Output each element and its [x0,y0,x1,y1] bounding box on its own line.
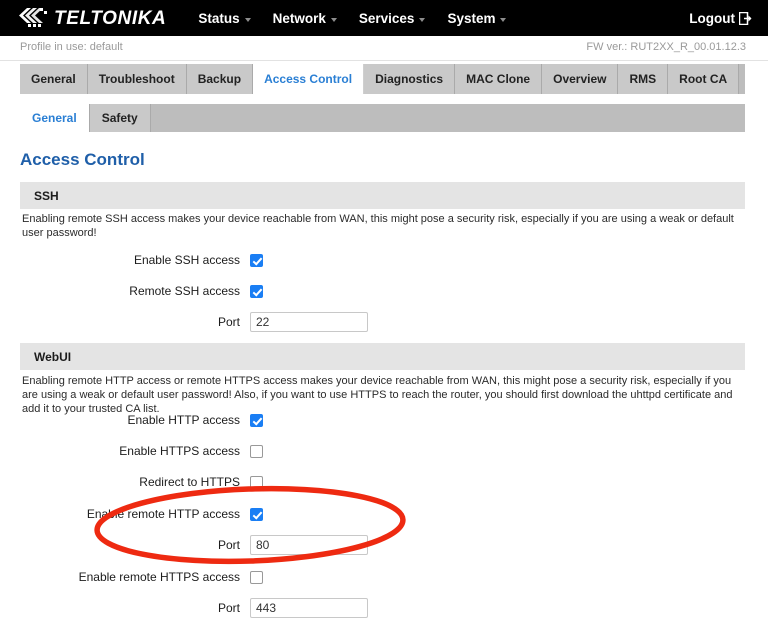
teltonika-chevrons-logo-icon [18,7,52,29]
tab-general[interactable]: General [20,64,88,94]
input-remote-http-port[interactable] [250,535,368,555]
input-remote-https-port[interactable] [250,598,368,618]
brand-logo[interactable]: TELTONIKA [18,5,166,31]
tab-backup-label: Backup [198,72,241,86]
subtab-safety-label: Safety [102,111,138,125]
label-enable-https-access: Enable HTTPS access [0,444,250,458]
form-row-ssh-port: Port [0,311,768,333]
form-row-enable-https-access: Enable HTTPS access [0,440,768,462]
tab-bar-filler [739,64,745,94]
section-header-webui: WebUI [20,343,745,370]
sub-tab-bar: General Safety [20,104,745,132]
profile-in-use-label: Profile in use: default [20,41,123,53]
input-ssh-port[interactable] [250,312,368,332]
checkbox-enable-http-access[interactable] [250,414,263,427]
subtab-general[interactable]: General [20,104,90,132]
nav-item-status[interactable]: Status [198,11,250,26]
nav-item-status-label: Status [198,11,239,26]
nav-item-network[interactable]: Network [273,11,337,26]
tab-overview[interactable]: Overview [542,64,618,94]
label-enable-remote-https-access: Enable remote HTTPS access [0,570,250,584]
checkbox-enable-https-access[interactable] [250,445,263,458]
tab-diagnostics-label: Diagnostics [375,72,443,86]
tab-mac-clone-label: MAC Clone [466,72,530,86]
section-description-ssh: Enabling remote SSH access makes your de… [22,212,746,240]
tab-rms[interactable]: RMS [618,64,668,94]
nav-item-services[interactable]: Services [359,11,426,26]
form-row-enable-ssh-access: Enable SSH access [0,249,768,271]
profile-info-bar: Profile in use: default FW ver.: RUT2XX_… [0,36,768,61]
firmware-version-label: FW ver.: RUT2XX_R_00.01.12.3 [586,41,746,53]
main-menu: Status Network Services System [198,0,528,36]
label-remote-http-port: Port [0,538,250,552]
subtab-general-label: General [32,111,77,125]
checkbox-enable-remote-https-access[interactable] [250,571,263,584]
tab-mac-clone[interactable]: MAC Clone [455,64,542,94]
nav-item-system-label: System [447,11,495,26]
label-enable-http-access: Enable HTTP access [0,413,250,427]
nav-item-services-label: Services [359,11,415,26]
checkbox-remote-ssh-access[interactable] [250,285,263,298]
main-tab-bar: General Troubleshoot Backup Access Contr… [20,64,745,94]
form-row-enable-remote-https-access: Enable remote HTTPS access [0,566,768,588]
sign-out-icon [739,12,752,25]
nav-item-network-label: Network [273,11,326,26]
tab-overview-label: Overview [553,72,606,86]
label-redirect-to-https: Redirect to HTTPS [0,475,250,489]
checkbox-enable-ssh-access[interactable] [250,254,263,267]
logout-button[interactable]: Logout [689,0,752,36]
label-enable-ssh-access: Enable SSH access [0,253,250,267]
form-row-remote-https-port: Port [0,597,768,619]
tab-troubleshoot-label: Troubleshoot [99,72,175,86]
top-navigation-bar: TELTONIKA Status Network Services System… [0,0,768,36]
tab-root-ca-label: Root CA [679,72,727,86]
tab-access-control[interactable]: Access Control [253,64,364,94]
tab-diagnostics[interactable]: Diagnostics [364,64,455,94]
section-header-ssh-label: SSH [34,189,59,203]
checkbox-redirect-to-https[interactable] [250,476,263,489]
chevron-down-icon [245,18,251,22]
checkbox-enable-remote-http-access[interactable] [250,508,263,521]
tab-root-ca[interactable]: Root CA [668,64,739,94]
tab-general-label: General [31,72,76,86]
form-row-remote-ssh-access: Remote SSH access [0,280,768,302]
section-header-webui-label: WebUI [34,350,71,364]
label-remote-ssh-access: Remote SSH access [0,284,250,298]
label-remote-https-port: Port [0,601,250,615]
form-row-remote-http-port: Port [0,534,768,556]
sub-tab-bar-filler [151,104,745,132]
label-ssh-port: Port [0,315,250,329]
chevron-down-icon [419,18,425,22]
form-row-enable-remote-http-access: Enable remote HTTP access [0,503,768,525]
tab-troubleshoot[interactable]: Troubleshoot [88,64,187,94]
tab-access-control-label: Access Control [264,72,352,86]
form-row-redirect-to-https: Redirect to HTTPS [0,471,768,493]
brand-name: TELTONIKA [54,9,166,28]
chevron-down-icon [331,18,337,22]
label-enable-remote-http-access: Enable remote HTTP access [0,507,250,521]
nav-item-system[interactable]: System [447,11,506,26]
section-header-ssh: SSH [20,182,745,209]
tab-backup[interactable]: Backup [187,64,253,94]
tab-rms-label: RMS [629,72,656,86]
subtab-safety[interactable]: Safety [90,104,151,132]
form-row-enable-http-access: Enable HTTP access [0,409,768,431]
logout-label: Logout [689,11,735,26]
page-title: Access Control [20,150,145,170]
chevron-down-icon [500,18,506,22]
